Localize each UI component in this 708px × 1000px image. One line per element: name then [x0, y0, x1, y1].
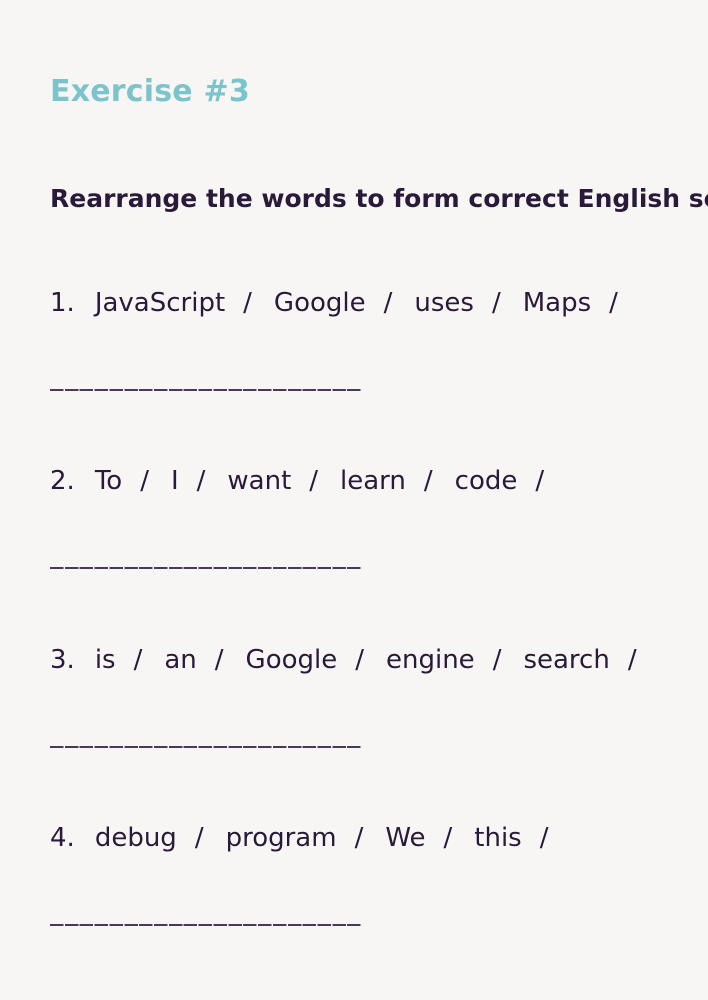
word-separator: / — [133, 645, 143, 675]
question-4: 4. debug / program / We / this / — [50, 823, 571, 853]
word-separator: / — [214, 645, 224, 675]
word-separator: / — [627, 645, 637, 675]
word: search — [523, 645, 610, 675]
word-separator: / — [443, 823, 453, 853]
answer-blank-4[interactable] — [50, 924, 362, 926]
word-separator: / — [355, 645, 364, 675]
word: JavaScript — [94, 288, 226, 318]
exercise-instruction: Rearrange the words to form correct Engl… — [50, 184, 708, 213]
question-number: 2. — [50, 466, 75, 496]
word-separator: / — [309, 466, 319, 496]
word: code — [454, 466, 518, 496]
word: an — [164, 645, 197, 675]
word: learn — [340, 466, 406, 496]
word-separator: / — [492, 645, 502, 675]
word: Google — [245, 645, 338, 675]
word: program — [225, 823, 337, 853]
question-3: 3. is / an / Google / engine / search / — [50, 645, 659, 675]
word-separator: / — [491, 288, 501, 318]
word-separator: / — [354, 823, 364, 853]
answer-blank-3[interactable] — [50, 746, 362, 748]
word: I — [170, 466, 179, 496]
question-2: 2. To / I / want / learn / code / — [50, 466, 566, 496]
word-separator: / — [609, 288, 618, 318]
answer-blank-2[interactable] — [50, 567, 362, 569]
word-separator: / — [243, 288, 252, 318]
question-number: 3. — [50, 645, 75, 675]
word: debug — [94, 823, 177, 853]
question-1: 1. JavaScript / Google / uses / Maps / — [50, 288, 640, 318]
word: want — [227, 466, 292, 496]
word-separator: / — [140, 466, 149, 496]
word-separator: / — [196, 466, 206, 496]
word-separator: / — [535, 466, 545, 496]
word: To — [94, 466, 123, 496]
word-separator: / — [194, 823, 204, 853]
word: Google — [273, 288, 366, 318]
word: Maps — [522, 288, 592, 318]
question-number: 1. — [50, 288, 75, 318]
word-separator: / — [383, 288, 393, 318]
word-separator: / — [539, 823, 549, 853]
word: this — [474, 823, 522, 853]
question-number: 4. — [50, 823, 75, 853]
word: uses — [414, 288, 474, 318]
answer-blank-1[interactable] — [50, 389, 362, 391]
exercise-title: Exercise #3 — [50, 74, 250, 109]
word: is — [94, 645, 116, 675]
word: engine — [386, 645, 475, 675]
word-separator: / — [423, 466, 433, 496]
word: We — [385, 823, 426, 853]
